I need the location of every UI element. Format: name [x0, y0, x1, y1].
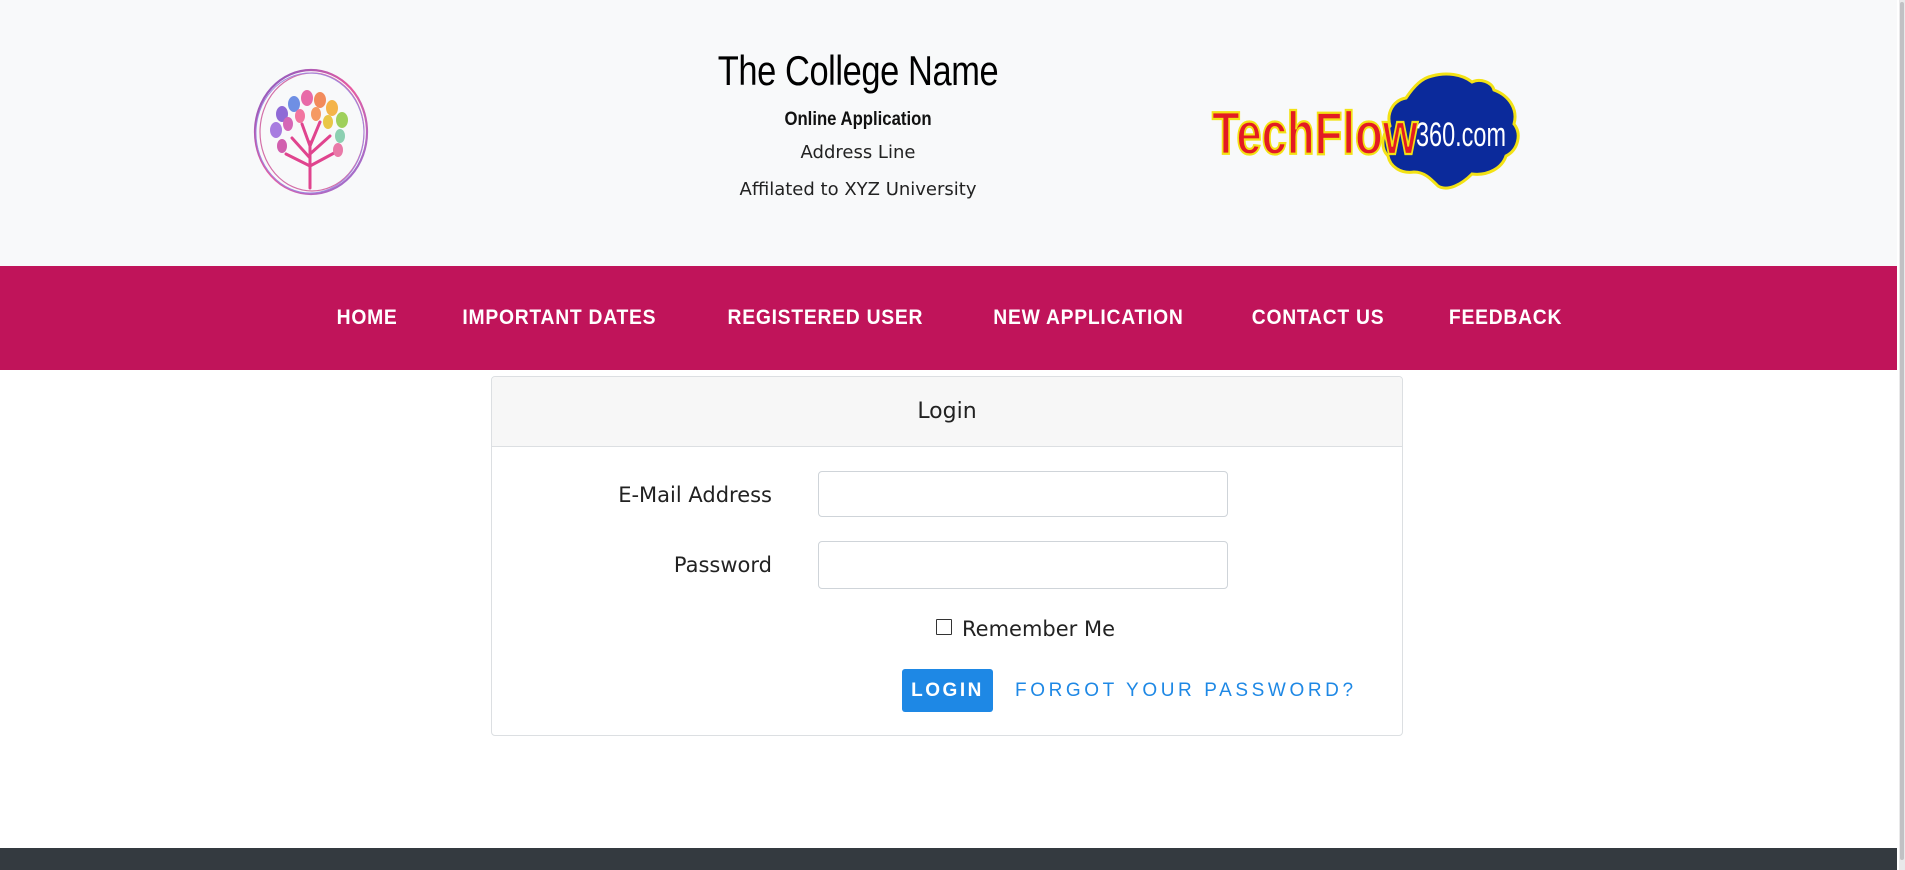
brand-logo-suffix: 360.com: [1416, 116, 1506, 154]
remember-me-checkbox[interactable]: [936, 619, 952, 635]
college-logo-tree-icon: [253, 68, 369, 196]
college-name: The College Name: [717, 47, 999, 94]
footer-bar: [0, 848, 1897, 870]
nav-item-feedback[interactable]: FEEDBACK: [1449, 306, 1562, 330]
nav-item-registered-user[interactable]: REGISTERED USER: [727, 306, 923, 330]
email-field[interactable]: [818, 471, 1228, 517]
login-card-title: Login: [492, 377, 1402, 447]
address-line: Address Line: [800, 142, 916, 163]
password-label: Password: [673, 553, 772, 577]
application-subtitle: Online Application: [784, 109, 932, 130]
nav-item-important-dates[interactable]: IMPORTANT DATES: [462, 306, 656, 330]
login-card: Login E-Mail Address Password Remember M…: [491, 376, 1403, 736]
site-header: The College Name Online Application Addr…: [0, 0, 1897, 266]
forgot-password-link[interactable]: FORGOT YOUR PASSWORD?: [1015, 680, 1357, 702]
scrollbar-thumb[interactable]: [1900, 2, 1904, 860]
password-field[interactable]: [818, 541, 1228, 589]
remember-me-row: Remember Me: [936, 617, 1115, 641]
nav-item-contact-us[interactable]: CONTACT US: [1252, 306, 1385, 330]
header-titles: The College Name Online Application Addr…: [658, 46, 1058, 201]
nav-item-new-application[interactable]: NEW APPLICATION: [994, 306, 1184, 330]
page: The College Name Online Application Addr…: [0, 0, 1897, 870]
nav-list: HOME IMPORTANT DATES REGISTERED USER NEW…: [4, 266, 1897, 370]
login-button[interactable]: LOGIN: [902, 669, 993, 712]
techflow-brand-logo: TechFlow 360.com: [1211, 72, 1520, 190]
main-nav: HOME IMPORTANT DATES REGISTERED USER NEW…: [0, 266, 1897, 370]
affiliation-line: Affilated to XYZ University: [739, 179, 977, 200]
nav-item-home[interactable]: HOME: [336, 306, 397, 330]
email-label: E-Mail Address: [618, 483, 772, 507]
brand-logo-primary: TechFlow: [1212, 100, 1418, 167]
remember-me-label: Remember Me: [962, 617, 1115, 641]
page-scrollbar[interactable]: [1899, 0, 1905, 870]
